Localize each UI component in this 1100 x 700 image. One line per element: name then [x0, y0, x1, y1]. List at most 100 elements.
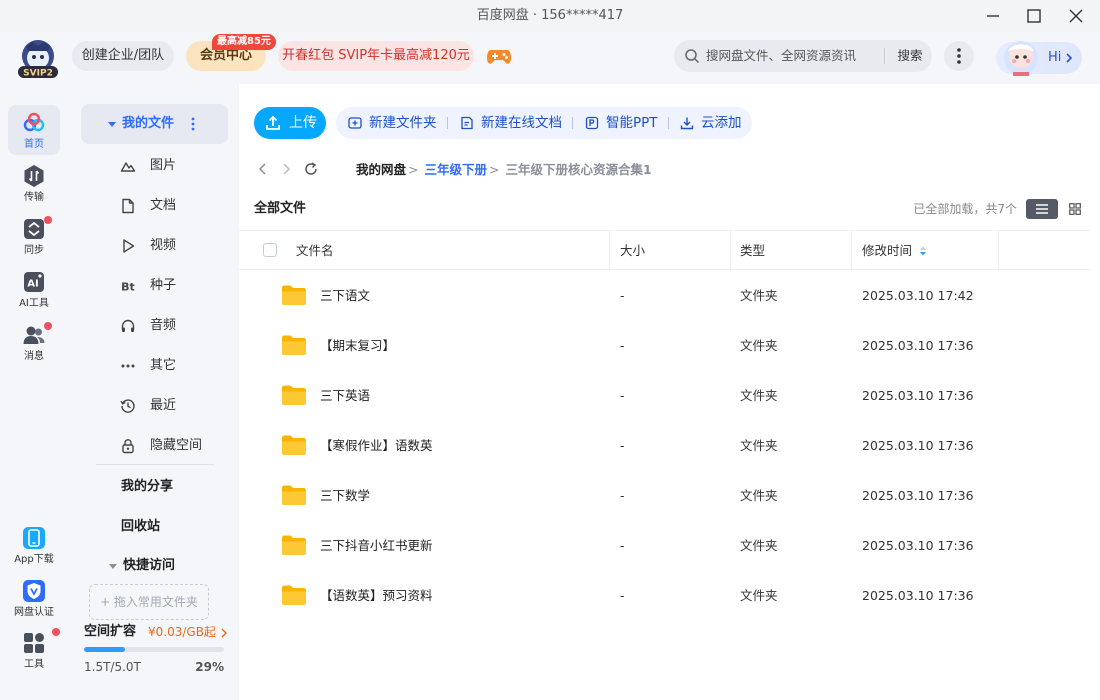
vip-discount-badge: 最高减85元: [212, 34, 276, 50]
quick-access-drop-zone[interactable]: + 拖入常用文件夹: [89, 584, 209, 620]
notification-dot: [44, 322, 52, 330]
rail-item-home[interactable]: 首页: [8, 105, 60, 155]
rail-item-tools[interactable]: 工具: [8, 625, 60, 675]
file-name[interactable]: 三下语文: [320, 271, 370, 321]
breadcrumb-root[interactable]: 我的网盘: [356, 162, 406, 177]
search-button[interactable]: 搜索: [888, 40, 932, 72]
rail-item-ai-tools[interactable]: AI AI工具: [8, 264, 60, 314]
icon-rail: 首页 传输 同步 AI AI工具 消息 App下载 网盘认证 工具: [0, 84, 68, 700]
folder-icon: [282, 385, 306, 405]
transfer-icon: [24, 165, 44, 187]
column-divider: [998, 231, 999, 270]
file-name[interactable]: 【语数英】预习资料: [320, 571, 433, 621]
file-name[interactable]: 三下数学: [320, 471, 370, 521]
recycle-bin-link[interactable]: 回收站: [121, 507, 160, 547]
column-header-modified[interactable]: 修改时间: [862, 231, 912, 270]
tree-item-label: 最近: [150, 398, 177, 413]
file-type: 文件夹: [740, 538, 778, 553]
table-row[interactable]: 【寒假作业】语数英 - 文件夹 2025.03.10 17:36: [239, 421, 1092, 471]
rail-label: 工具: [24, 659, 44, 670]
tree-item-torrents[interactable]: Bt 种子: [81, 266, 228, 306]
file-size: -: [620, 588, 625, 603]
tree-item-videos[interactable]: 视频: [81, 226, 228, 266]
more-menu-button[interactable]: [944, 41, 974, 71]
storage-expand-title[interactable]: 空间扩容: [84, 622, 136, 642]
tree-root-my-files[interactable]: 我的文件: [81, 104, 228, 144]
rail-item-sync[interactable]: 同步: [8, 211, 60, 261]
close-button[interactable]: [1056, 0, 1096, 32]
column-header-type[interactable]: 类型: [740, 231, 765, 270]
table-row[interactable]: 三下英语 - 文件夹 2025.03.10 17:36: [239, 371, 1092, 421]
file-modified-time: 2025.03.10 17:36: [862, 388, 974, 403]
minimize-icon: [987, 15, 999, 17]
tree-item-hidden-space[interactable]: 隐藏空间: [81, 426, 228, 466]
tree-item-label: 文档: [150, 198, 177, 213]
quick-access-label: 快捷访问: [123, 558, 176, 573]
storage-percent-text: 29%: [195, 660, 224, 674]
promo-banner-button[interactable]: 开春红包 SVIP年卡最高减120元: [278, 41, 474, 71]
search-input[interactable]: 搜网盘文件、全网资源资讯: [706, 40, 856, 72]
select-all-checkbox[interactable]: [263, 243, 277, 257]
rail-item-app-download[interactable]: App下载: [8, 520, 60, 570]
tree-item-recent[interactable]: 最近: [81, 386, 228, 426]
table-row[interactable]: 【语数英】预习资料 - 文件夹 2025.03.10 17:36: [239, 571, 1092, 621]
file-size: -: [620, 388, 625, 403]
ai-tool-icon: AI: [24, 272, 44, 292]
table-row[interactable]: 三下抖音小红书更新 - 文件夹 2025.03.10 17:36: [239, 521, 1092, 571]
tree-item-other[interactable]: 其它: [81, 346, 228, 386]
upload-icon: [266, 115, 280, 130]
user-avatar[interactable]: [1000, 36, 1042, 80]
file-name[interactable]: 三下抖音小红书更新: [320, 521, 433, 571]
grid-view-button[interactable]: [1059, 199, 1091, 219]
vertical-dots-icon[interactable]: [191, 117, 195, 131]
tree-item-images[interactable]: 图片: [81, 146, 228, 186]
forward-arrow-icon[interactable]: [279, 162, 293, 176]
upload-button[interactable]: 上传: [254, 107, 326, 139]
rail-item-verify[interactable]: 网盘认证: [8, 573, 60, 623]
breadcrumb-separator: >: [489, 162, 500, 177]
maximize-button[interactable]: [1014, 0, 1054, 32]
refresh-icon[interactable]: [304, 162, 318, 176]
rail-item-transfer[interactable]: 传输: [8, 158, 60, 208]
toolbar-divider: [447, 117, 448, 129]
app-download-icon: [23, 527, 45, 549]
smart-ppt-icon: [585, 116, 599, 130]
new-folder-label: 新建文件夹: [369, 115, 437, 131]
column-header-name[interactable]: 文件名: [296, 231, 334, 270]
file-type: 文件夹: [740, 488, 778, 503]
create-enterprise-button[interactable]: 创建企业/团队: [72, 41, 174, 71]
file-name[interactable]: 三下英语: [320, 371, 370, 421]
torrent-icon: Bt: [121, 281, 135, 294]
rail-label: 消息: [24, 351, 44, 362]
minimize-button[interactable]: [973, 0, 1013, 32]
gamepad-icon[interactable]: [486, 44, 512, 68]
tree-item-documents[interactable]: 文档: [81, 186, 228, 226]
back-arrow-icon[interactable]: [256, 162, 270, 176]
search-bar[interactable]: 搜网盘文件、全网资源资讯 搜索: [674, 40, 932, 72]
table-row[interactable]: 三下数学 - 文件夹 2025.03.10 17:36: [239, 471, 1092, 521]
cloud-download-icon: [680, 117, 694, 130]
svip-avatar-icon[interactable]: SVIP2: [16, 38, 60, 80]
svg-text:AI: AI: [27, 279, 38, 290]
tree-item-audio[interactable]: 音频: [81, 306, 228, 346]
search-icon: [685, 49, 700, 64]
list-view-button[interactable]: [1026, 199, 1058, 219]
table-row[interactable]: 【期末复习】 - 文件夹 2025.03.10 17:36: [239, 321, 1092, 371]
column-header-size[interactable]: 大小: [620, 231, 645, 270]
file-modified-time: 2025.03.10 17:36: [862, 588, 974, 603]
cloud-home-icon: [23, 112, 45, 132]
file-size: -: [620, 438, 625, 453]
file-modified-time: 2025.03.10 17:42: [862, 288, 974, 303]
file-type: 文件夹: [740, 388, 778, 403]
rail-item-messages[interactable]: 消息: [8, 317, 60, 367]
sort-icon[interactable]: [919, 245, 927, 257]
vertical-scrollbar[interactable]: [1091, 84, 1100, 700]
storage-expand-price[interactable]: ¥0.03/GB起: [148, 622, 228, 642]
breadcrumb-level1[interactable]: 三年级下册: [424, 162, 487, 177]
file-name[interactable]: 【寒假作业】语数英: [320, 421, 433, 471]
table-row[interactable]: 三下语文 - 文件夹 2025.03.10 17:42: [239, 271, 1092, 321]
new-doc-icon: [461, 116, 473, 130]
file-name[interactable]: 【期末复习】: [320, 321, 395, 371]
my-share-link[interactable]: 我的分享: [121, 467, 173, 507]
chevron-right-icon: [1066, 53, 1073, 63]
